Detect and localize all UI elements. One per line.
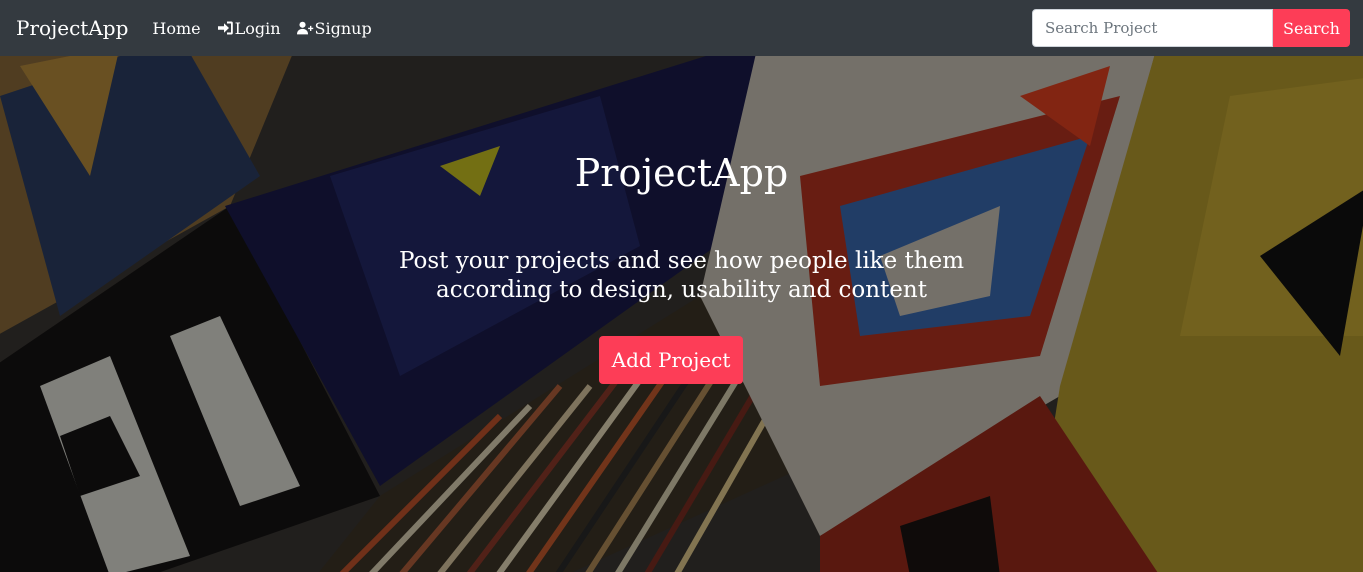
nav-signup-link[interactable]: Signup bbox=[296, 18, 372, 38]
search-input[interactable] bbox=[1032, 9, 1273, 47]
user-plus-icon bbox=[296, 20, 314, 36]
search-button[interactable]: Search bbox=[1273, 9, 1350, 47]
add-project-button[interactable]: Add Project bbox=[599, 336, 743, 384]
search-form: Search bbox=[1032, 9, 1350, 47]
nav-home-link[interactable]: Home bbox=[152, 19, 200, 38]
hero-content: ProjectApp Post your projects and see ho… bbox=[0, 56, 1363, 572]
hero-subtitle: Post your projects and see how people li… bbox=[398, 248, 965, 303]
hero-title: ProjectApp bbox=[574, 151, 789, 195]
nav-login-label: Login bbox=[234, 18, 281, 38]
nav-login-link[interactable]: Login bbox=[217, 19, 281, 38]
nav-signup-label: Signup bbox=[314, 18, 372, 38]
hero-section: ProjectApp Post your projects and see ho… bbox=[0, 56, 1363, 572]
nav-home-label: Home bbox=[152, 18, 201, 38]
sign-in-icon bbox=[217, 20, 234, 36]
top-navbar: ProjectApp Home Login Signup Search bbox=[0, 0, 1363, 56]
brand-link[interactable]: ProjectApp bbox=[16, 16, 128, 40]
